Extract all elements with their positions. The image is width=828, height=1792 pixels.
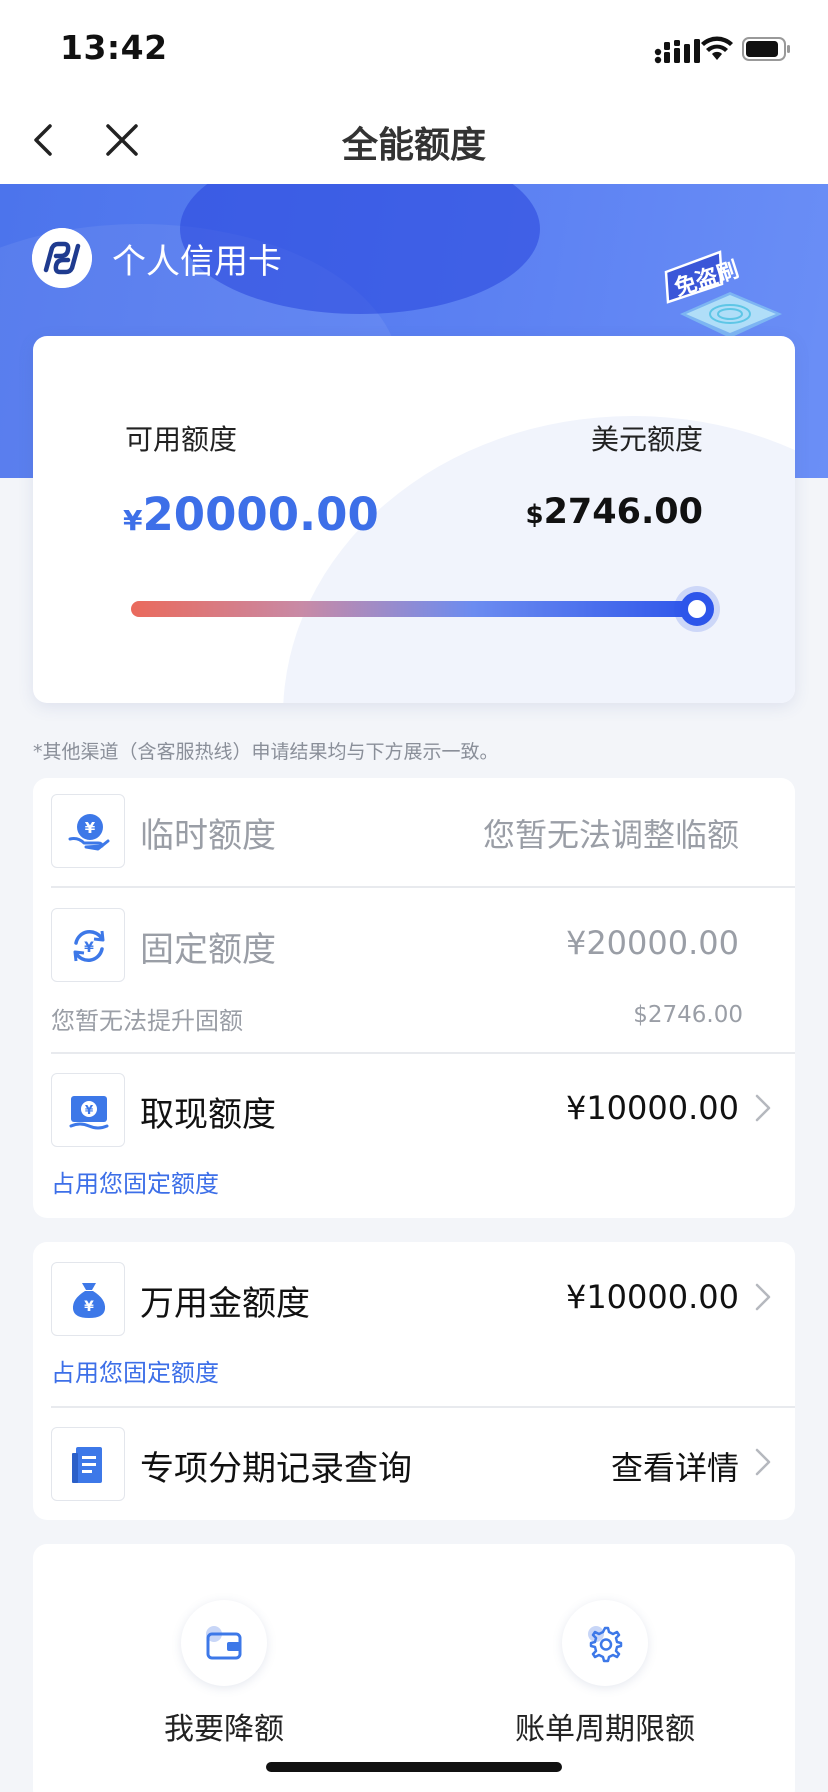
reduce-limit-label[interactable]: 我要降额: [94, 1704, 354, 1748]
divider: [51, 1052, 795, 1054]
cash-limit-label: 取现额度: [140, 1095, 276, 1135]
cellular-signal-icon: [654, 39, 700, 64]
fixed-limit-value: ¥20000.00: [565, 924, 739, 962]
actions-card: 我要降额 账单周期限额: [33, 1544, 795, 1792]
yuan-refresh-icon: ¥: [73, 930, 105, 962]
svg-text:¥: ¥: [84, 1299, 94, 1315]
gear-icon: [588, 1626, 623, 1663]
usd-limit-value: $2746.00: [525, 492, 703, 532]
fixed-limit-note: 您暂无法提升固额: [51, 1007, 243, 1035]
temp-limit-icon-box: ¥: [51, 794, 125, 868]
wanyong-limit-label: 万用金额度: [140, 1284, 310, 1324]
wanyong-limit-value: ¥10000.00: [565, 1278, 739, 1316]
available-limit-card: 可用额度 美元额度 ¥20000.00 $2746.00: [33, 336, 795, 703]
money-bag-icon: ¥: [72, 1283, 106, 1318]
wifi-icon: [701, 36, 733, 60]
document-list-icon: [72, 1447, 102, 1483]
temp-limit-label: 临时额度: [140, 816, 276, 856]
chevron-right-icon: [755, 1283, 771, 1311]
fixed-limit-label: 固定额度: [140, 930, 276, 970]
installment-record-label: 专项分期记录查询: [140, 1449, 412, 1489]
battery-icon: [742, 37, 790, 61]
divider: [51, 886, 795, 888]
cash-limit-note: 占用您固定额度: [51, 1170, 219, 1198]
svg-text:¥: ¥: [85, 1103, 94, 1117]
fixed-limit-usd-value: $2746.00: [633, 1002, 743, 1028]
svg-text:¥: ¥: [84, 940, 94, 956]
wanyong-limit-icon-box: ¥: [51, 1262, 125, 1336]
cash-limit-value: ¥10000.00: [565, 1089, 739, 1127]
page-title: 全能额度: [341, 125, 486, 166]
reduce-limit-button[interactable]: [181, 1600, 267, 1686]
status-bar: 13:42: [0, 0, 828, 96]
status-time: 13:42: [60, 28, 168, 67]
home-indicator: [266, 1762, 562, 1772]
bank-logo-icon: [32, 228, 92, 288]
installment-icon-box: [51, 1427, 125, 1501]
currency-symbol: ¥: [123, 504, 143, 537]
chevron-right-icon: [755, 1094, 771, 1122]
limit-list-card: ¥ 临时额度 您暂无法调整临额 ¥ 固定额度 ¥20000.00 您暂无法提升固…: [33, 778, 795, 1218]
usd-amount: 2746.00: [543, 492, 703, 532]
wallet-icon: [206, 1626, 242, 1660]
card-type-label: 个人信用卡: [112, 242, 282, 282]
limit-slider-handle[interactable]: [680, 592, 714, 626]
cash-note-icon: ¥: [69, 1096, 109, 1130]
hand-yuan-icon: ¥: [68, 814, 110, 851]
currency-symbol: $: [525, 500, 544, 530]
cash-limit-icon-box: ¥: [51, 1073, 125, 1147]
svg-text:¥: ¥: [85, 819, 96, 837]
temp-limit-value: 您暂无法调整临额: [482, 816, 739, 854]
divider: [51, 1406, 795, 1408]
card-decoration: [283, 416, 795, 703]
usd-limit-label: 美元额度: [590, 423, 703, 456]
other-limit-card: ¥ 万用金额度 ¥10000.00 占用您固定额度 专项分期记录查询 查看详情: [33, 1242, 795, 1520]
nav-bar: 全能额度: [0, 96, 828, 184]
billing-cycle-limit-label[interactable]: 账单周期限额: [475, 1704, 735, 1748]
fixed-limit-icon-box: ¥: [51, 908, 125, 982]
chevron-right-icon: [755, 1448, 771, 1476]
available-amount: 20000.00: [142, 488, 379, 541]
installment-record-value: 查看详情: [610, 1449, 739, 1487]
disclaimer-note: *其他渠道（含客服热线）申请结果均与下方展示一致。: [33, 741, 499, 763]
limit-slider-track[interactable]: [131, 601, 701, 617]
available-limit-value: ¥20000.00: [123, 488, 379, 541]
wanyong-limit-note: 占用您固定额度: [51, 1359, 219, 1387]
available-limit-label: 可用额度: [125, 423, 238, 456]
billing-cycle-limit-button[interactable]: [562, 1600, 648, 1686]
